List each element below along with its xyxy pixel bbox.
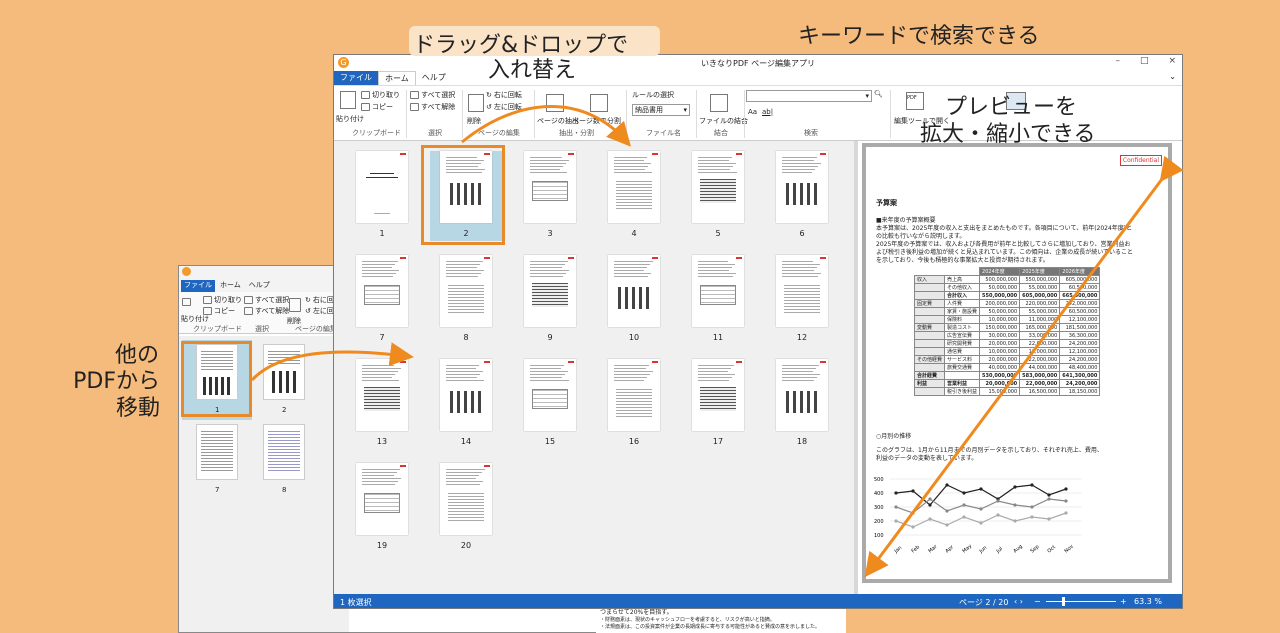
zoom-arrow: [864, 155, 1184, 578]
move-arrow: [250, 342, 414, 382]
drag-arrow: [461, 105, 631, 147]
annotation-arrows: [250, 105, 1184, 578]
